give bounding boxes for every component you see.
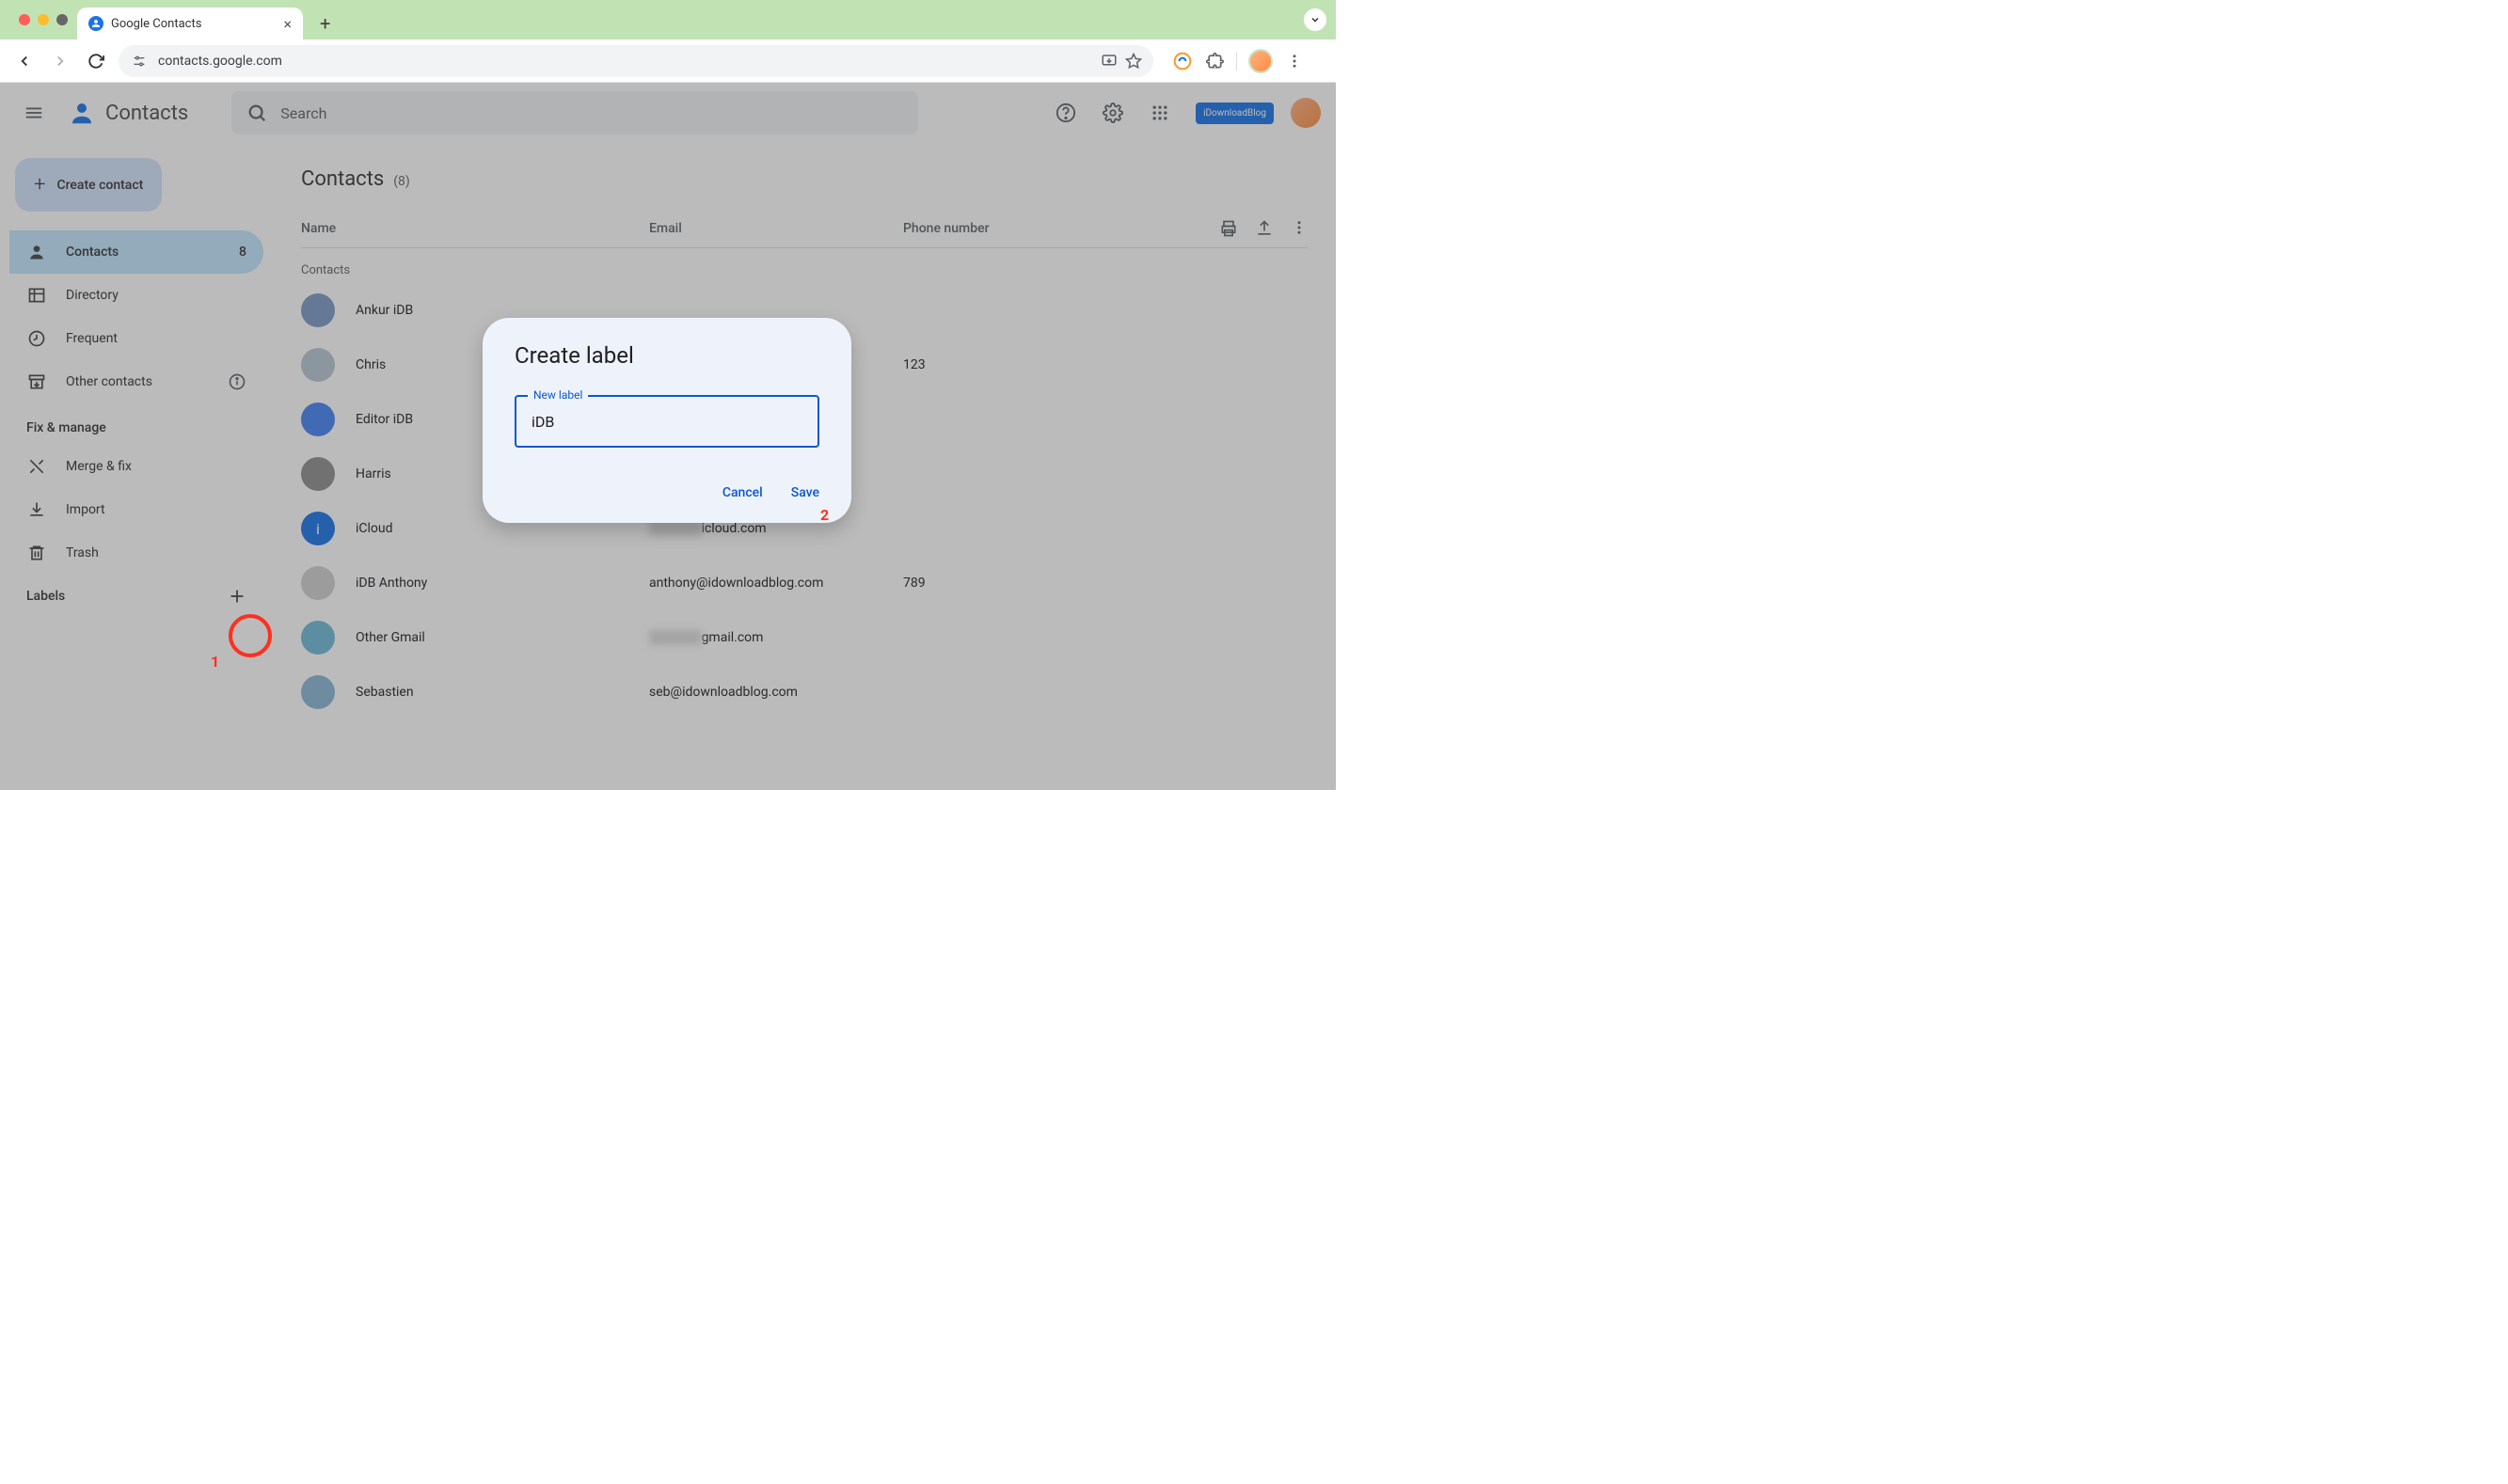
window-controls	[9, 0, 77, 39]
back-button[interactable]	[11, 48, 38, 74]
extension-similarweb-icon[interactable]	[1172, 51, 1193, 71]
save-button[interactable]: Save	[791, 485, 819, 500]
url-text: contacts.google.com	[158, 54, 1091, 69]
new-label-input[interactable]	[532, 413, 802, 431]
browser-chrome: Google Contacts × + contacts.google.com	[0, 0, 1336, 83]
chrome-profile-avatar[interactable]	[1248, 49, 1273, 73]
extensions-puzzle-icon[interactable]	[1204, 51, 1225, 71]
window-maximize-icon[interactable]	[56, 14, 68, 25]
site-controls-icon[interactable]	[130, 52, 149, 71]
url-bar[interactable]: contacts.google.com	[119, 45, 1153, 77]
field-label: New label	[528, 388, 588, 402]
url-bar-row: contacts.google.com	[0, 39, 1336, 83]
new-label-field[interactable]: New label	[515, 395, 819, 448]
dialog-title: Create label	[515, 342, 819, 369]
tab-close-icon[interactable]: ×	[283, 15, 292, 33]
cancel-button[interactable]: Cancel	[722, 485, 763, 500]
new-tab-button[interactable]: +	[310, 8, 340, 39]
forward-button[interactable]	[47, 48, 73, 74]
browser-tab[interactable]: Google Contacts ×	[77, 8, 303, 39]
window-close-icon[interactable]	[19, 14, 30, 25]
create-label-dialog: Create label New label Cancel Save	[483, 318, 851, 523]
tab-title: Google Contacts	[111, 17, 276, 31]
reload-button[interactable]	[83, 48, 109, 74]
tab-overflow-button[interactable]	[1304, 8, 1326, 31]
install-app-icon[interactable]	[1101, 53, 1118, 70]
chrome-menu-icon[interactable]	[1284, 51, 1305, 71]
window-minimize-icon[interactable]	[38, 14, 49, 25]
bookmark-star-icon[interactable]	[1125, 53, 1142, 70]
tab-favicon-icon	[88, 16, 103, 31]
tab-strip: Google Contacts × +	[0, 0, 1336, 39]
